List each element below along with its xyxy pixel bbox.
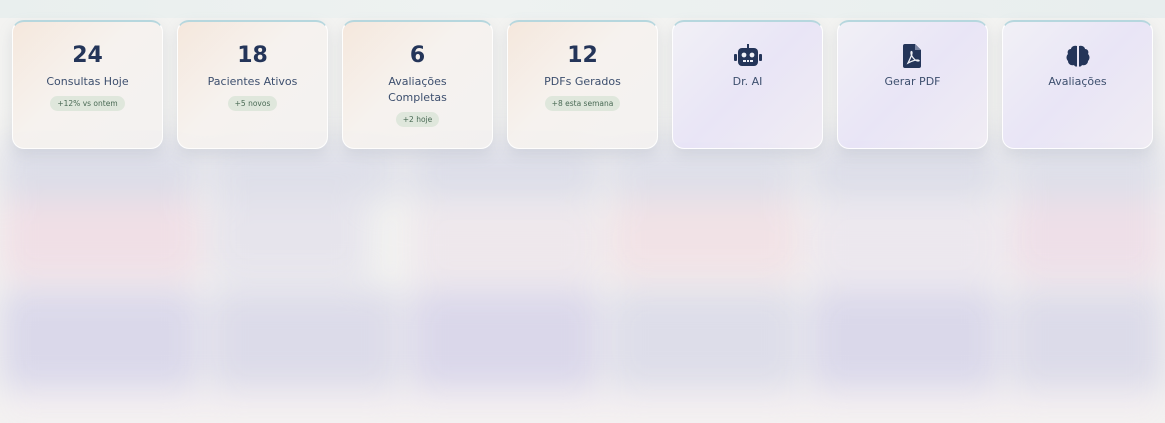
action-label: Dr. AI bbox=[732, 75, 763, 88]
action-label: Avaliações bbox=[1048, 75, 1107, 88]
brain-icon bbox=[1065, 42, 1091, 70]
stat-value: 18 bbox=[237, 43, 268, 68]
stat-label: PDFs Gerados bbox=[544, 75, 621, 88]
action-card-dr-ai[interactable]: Dr. AI bbox=[672, 20, 823, 149]
action-card-avaliacoes[interactable]: Avaliações bbox=[1002, 20, 1153, 149]
stat-badge: +8 esta semana bbox=[544, 96, 621, 111]
stat-value: 24 bbox=[72, 43, 103, 68]
stat-card-pdfs: 12 PDFs Gerados +8 esta semana bbox=[507, 20, 658, 149]
stat-value: 12 bbox=[567, 43, 598, 68]
stat-badge: +12% vs ontem bbox=[50, 96, 125, 111]
robot-icon bbox=[733, 42, 763, 70]
stat-badge: +5 novos bbox=[227, 96, 278, 111]
stat-label: Pacientes Ativos bbox=[207, 75, 298, 88]
stat-badge: +2 hoje bbox=[395, 112, 440, 127]
action-label: Gerar PDF bbox=[884, 75, 941, 88]
stat-card-avaliacoes: 6 Avaliações Completas +2 hoje bbox=[342, 20, 493, 149]
action-card-gerar-pdf[interactable]: Gerar PDF bbox=[837, 20, 988, 149]
file-pdf-icon bbox=[902, 42, 923, 70]
stat-card-consultas: 24 Consultas Hoje +12% vs ontem bbox=[12, 20, 163, 149]
stat-card-pacientes: 18 Pacientes Ativos +5 novos bbox=[177, 20, 328, 149]
stat-value: 6 bbox=[409, 43, 426, 68]
dashboard-cards: 24 Consultas Hoje +12% vs ontem 18 Pacie… bbox=[12, 20, 1153, 149]
stat-label: Consultas Hoje bbox=[46, 75, 129, 88]
stat-label: Avaliações Completas bbox=[388, 75, 447, 104]
